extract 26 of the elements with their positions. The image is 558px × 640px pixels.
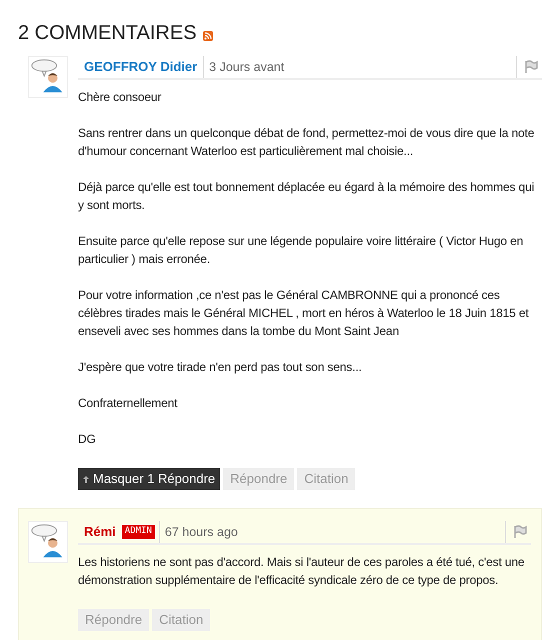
action-button[interactable]: Citation (152, 609, 210, 631)
action-button[interactable]: Répondre (223, 468, 294, 490)
action-button[interactable]: Répondre (78, 609, 150, 631)
avatar-icon (28, 521, 68, 563)
comment-text: Chère consoeur (78, 89, 162, 106)
comment-time: 3 Jours avant (203, 56, 516, 78)
author-name[interactable]: GEOFFROY Didier (78, 57, 204, 77)
comment-text: Sans rentrer dans un quelconque débat de fond, permettez-moi de vous dire que la note d'humour concernant Waterloo est particulièrement mal choisie... (78, 125, 536, 160)
comment-text: DG (78, 431, 97, 448)
comment-text: Ensuite parce qu'elle repose sur une légende populaire voire littéraire ( Victor Hugo en particulier ) mais erronée. (78, 233, 524, 268)
comment-time: 67 hours ago (158, 521, 505, 543)
flag-icon[interactable] (513, 525, 527, 539)
comment-text: Pour votre information ,ce n'est pas le Général CAMBRONNE qui a prononcé ces célèbres tirades mais le Général MICHEL , mort en héros à Waterloo le 18 Juin 1815 et enseveli avec ses hommes dans la tombe du Mont Saint Jean (78, 287, 530, 340)
admin-badge: ADMIN (122, 525, 155, 539)
comment-text: Les historiens ne sont pas d'accord. Mais si l'auteur de ces paroles a été tué, c'est une démonstration supplémentaire de l'efficacité syndicale zéro de ce type de propos. (78, 554, 526, 589)
comments-heading: 2 COMMENTAIRES (18, 21, 197, 46)
rss-icon[interactable] (202, 31, 213, 41)
flag-icon[interactable] (524, 60, 538, 74)
comment-text: Déjà parce qu'elle est tout bonnement déplacée eu égard à la mémoire des hommes qui y sont morts. (78, 179, 536, 214)
hide-replies-button[interactable]: Masquer 1 Répondre (78, 468, 220, 490)
avatar-icon (28, 56, 68, 98)
arrow-up-icon (83, 476, 89, 482)
author-name[interactable]: Rémi (78, 522, 122, 542)
comment-text: Confraternellement (78, 395, 178, 412)
comment-text: J'espère que votre tirade n'en perd pas tout son sens... (78, 359, 363, 376)
action-button[interactable]: Citation (297, 468, 356, 490)
